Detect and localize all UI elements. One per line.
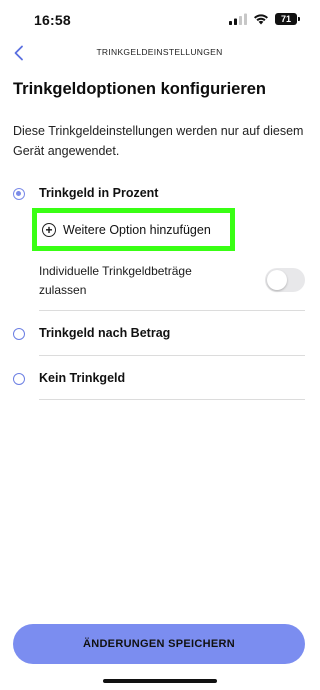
divider (39, 355, 305, 356)
plus-circle-icon: + (42, 222, 56, 237)
page-description: Diese Trinkgeldeinstellungen werden nur … (13, 124, 304, 158)
radio-by-amount[interactable] (13, 328, 25, 340)
add-option-button[interactable]: + Weitere Option hinzufügen (32, 208, 235, 251)
nav-bar: TRINKGELDEINSTELLUNGEN (0, 40, 319, 66)
battery-icon: 71 (275, 13, 300, 25)
cellular-signal-icon (229, 13, 247, 25)
home-indicator (103, 679, 217, 683)
page-title: Trinkgeldoptionen konfigurieren (13, 80, 267, 98)
toggle-knob (267, 270, 287, 290)
option-label-none[interactable]: Kein Trinkgeld (39, 371, 125, 385)
radio-percent[interactable] (13, 188, 25, 200)
status-time: 16:58 (34, 12, 71, 28)
divider (39, 310, 305, 311)
status-bar: 16:58 71 (0, 0, 319, 40)
custom-amounts-label: Individuelle Trinkgeldbeträge zulassen (39, 264, 192, 297)
add-option-label: Weitere Option hinzufügen (63, 222, 211, 237)
save-changes-button[interactable]: ÄNDERUNGEN SPEICHERN (13, 624, 305, 664)
radio-none[interactable] (13, 373, 25, 385)
option-label-percent[interactable]: Trinkgeld in Prozent (39, 186, 158, 200)
nav-title: TRINKGELDEINSTELLUNGEN (96, 47, 223, 57)
custom-amounts-toggle[interactable] (265, 268, 305, 292)
divider (39, 399, 305, 400)
wifi-icon (254, 14, 268, 25)
option-label-by-amount[interactable]: Trinkgeld nach Betrag (39, 326, 170, 340)
status-icons: 71 (229, 13, 300, 25)
